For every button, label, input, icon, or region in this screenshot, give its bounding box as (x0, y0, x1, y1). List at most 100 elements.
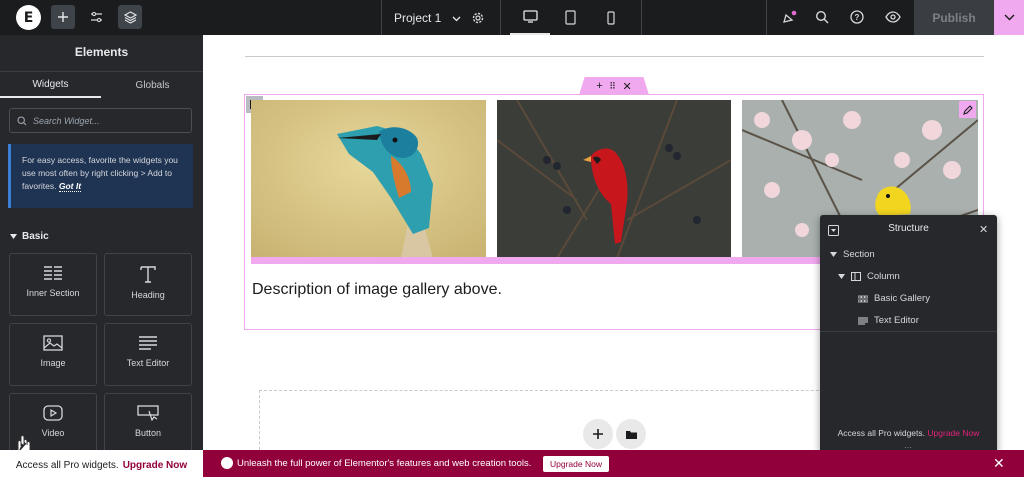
desktop-view-button[interactable] (510, 0, 550, 35)
category-label: Basic (22, 231, 49, 242)
elements-panel: Elements Widgets Globals For easy access… (0, 35, 203, 450)
divider (381, 0, 382, 35)
inner-section-icon (44, 266, 62, 280)
close-icon[interactable]: ✕ (993, 455, 1005, 472)
widget-label: Text Editor (126, 358, 170, 368)
edit-widget-button[interactable] (959, 101, 976, 118)
widget-image[interactable]: Image (9, 323, 97, 386)
help-button[interactable]: ? (849, 9, 865, 25)
pro-promo-text: Access all Pro widgets. (15, 460, 119, 471)
preview-button[interactable] (884, 9, 902, 25)
caret-down-icon (830, 252, 837, 257)
structure-item-section[interactable]: Section (830, 249, 875, 260)
add-template-button[interactable] (616, 419, 646, 449)
widget-inner-section[interactable]: Inner Section (9, 253, 97, 316)
widget-label: Image (40, 358, 66, 368)
drag-hand-icon (14, 433, 54, 450)
gallery-image-kingfisher[interactable] (251, 100, 486, 258)
structure-item-column[interactable]: Column (838, 271, 900, 282)
text-editor-icon (858, 317, 868, 324)
widget-button[interactable]: Button (104, 393, 192, 450)
category-basic[interactable]: Basic (10, 231, 49, 242)
site-settings-button[interactable] (84, 5, 108, 29)
upgrade-now-link[interactable]: Upgrade Now (927, 428, 979, 438)
structure-item-text-editor[interactable]: Text Editor (858, 315, 919, 326)
widget-text-editor[interactable]: Text Editor (104, 323, 192, 386)
item-label: Text Editor (874, 315, 919, 326)
panel-title: Elements (74, 45, 129, 59)
chevron-down-icon (1004, 14, 1014, 21)
upgrade-now-button[interactable]: Upgrade Now (543, 456, 609, 472)
tip-text: For easy access, favorite the widgets yo… (22, 155, 178, 191)
structure-title: Structure (888, 223, 929, 234)
button-icon (137, 405, 159, 421)
sliders-icon (90, 11, 102, 23)
gallery-description[interactable]: Description of image gallery above. (252, 281, 502, 299)
widget-label: Button (134, 428, 162, 438)
delete-section-icon[interactable]: ✕ (622, 80, 631, 93)
divider (500, 0, 501, 35)
gallery-image-cardinal[interactable] (497, 100, 731, 258)
search-input[interactable] (33, 115, 183, 126)
help-icon: ? (850, 10, 864, 24)
publish-button[interactable]: Publish (914, 0, 994, 35)
promo-text: Access all Pro widgets. (837, 428, 926, 438)
publish-options-button[interactable] (994, 0, 1024, 35)
top-bar: E Project 1 ? Publish (0, 0, 1024, 35)
divider (820, 331, 997, 332)
mobile-icon (607, 10, 615, 25)
logo-letter: E (23, 9, 34, 26)
panel-tabs: Widgets Globals (0, 71, 203, 98)
elementor-logo-icon (221, 457, 233, 469)
cardinal-image (497, 100, 731, 258)
search-button[interactable] (814, 9, 830, 25)
project-name-label: Project 1 (394, 11, 442, 25)
tab-globals[interactable]: Globals (102, 72, 203, 98)
svg-text:?: ? (855, 13, 860, 22)
elementor-logo-icon[interactable]: E (16, 5, 41, 30)
drop-zone[interactable] (259, 390, 879, 450)
mobile-view-button[interactable] (591, 0, 631, 35)
notification-icon (783, 10, 797, 23)
structure-panel: Structure ✕ Section Column Basic Gallery… (820, 215, 997, 453)
tablet-view-button[interactable] (550, 0, 590, 35)
structure-promo: Access all Pro widgets. Upgrade Now (820, 428, 997, 438)
eye-icon (885, 11, 901, 23)
item-label: Basic Gallery (874, 293, 930, 304)
column-icon (851, 272, 861, 281)
divider (641, 0, 642, 35)
banner-text: Unleash the full power of Elementor's fe… (237, 458, 532, 469)
gallery-icon (858, 295, 868, 302)
close-icon[interactable]: ✕ (979, 223, 988, 236)
notifications-button[interactable] (780, 9, 798, 27)
divider (766, 0, 767, 35)
drag-handle-icon[interactable]: ⠿ (609, 81, 616, 92)
add-new-section-button[interactable] (583, 419, 613, 449)
structure-button[interactable] (118, 5, 142, 29)
divider-line (245, 56, 984, 57)
item-label: Section (843, 249, 875, 260)
tab-widgets[interactable]: Widgets (0, 72, 101, 98)
upgrade-now-link[interactable]: Upgrade Now (123, 460, 187, 471)
structure-item-basic-gallery[interactable]: Basic Gallery (858, 293, 930, 304)
plus-icon (593, 429, 603, 439)
bottom-strip (203, 477, 1024, 481)
tablet-icon (564, 10, 576, 25)
widget-search[interactable] (9, 108, 192, 133)
layers-icon (123, 10, 137, 24)
page-settings-button[interactable] (470, 10, 486, 26)
section-handle[interactable]: + ⠿ ✕ (579, 77, 649, 95)
pencil-icon (962, 104, 973, 115)
widget-heading[interactable]: Heading (104, 253, 192, 316)
got-it-link[interactable]: Got It (58, 181, 82, 192)
folder-icon (625, 430, 637, 439)
video-icon (43, 405, 63, 421)
caret-down-icon (10, 234, 17, 239)
image-icon (43, 335, 63, 351)
heading-icon (140, 266, 156, 283)
add-element-button[interactable] (51, 5, 75, 29)
project-name[interactable]: Project 1 (394, 11, 461, 25)
widget-label: Heading (131, 290, 165, 300)
add-section-icon[interactable]: + (596, 80, 602, 92)
plus-icon (58, 12, 68, 22)
